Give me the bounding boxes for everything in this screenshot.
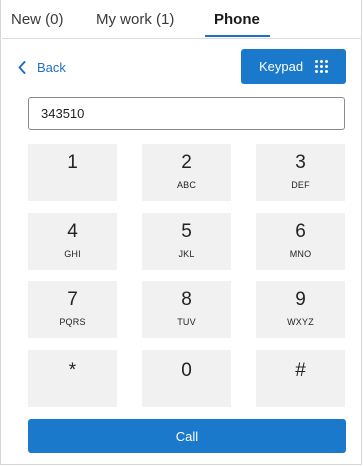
phone-number-input[interactable] <box>28 97 345 130</box>
call-button[interactable]: Call <box>28 419 346 453</box>
key-letters: MNO <box>289 249 312 259</box>
chevron-left-icon <box>18 60 26 74</box>
tab-new[interactable]: New (0) <box>11 11 64 37</box>
key-2[interactable]: 2 ABC <box>142 144 231 201</box>
tab-my-work[interactable]: My work (1) <box>96 11 174 37</box>
key-0[interactable]: 0 <box>142 350 231 407</box>
key-digit: 5 <box>181 221 192 242</box>
key-1[interactable]: 1 <box>28 144 117 201</box>
tab-phone[interactable]: Phone <box>214 11 260 37</box>
tab-bar: New (0) My work (1) Phone <box>2 0 362 39</box>
key-letters: DEF <box>291 180 310 190</box>
key-letters: TUV <box>177 317 196 327</box>
keypad-label: Keypad <box>258 59 304 74</box>
key-digit: 0 <box>181 360 192 381</box>
back-label: Back <box>37 59 66 75</box>
key-8[interactable]: 8 TUV <box>142 281 231 338</box>
key-letters: JKL <box>178 249 195 259</box>
key-digit: 8 <box>181 289 192 310</box>
key-4[interactable]: 4 GHI <box>28 213 117 270</box>
key-9[interactable]: 9 WXYZ <box>256 281 345 338</box>
key-letters: ABC <box>176 180 197 190</box>
key-hash[interactable]: # <box>256 350 345 407</box>
key-digit: # <box>295 360 306 381</box>
key-digit: 1 <box>67 152 78 173</box>
key-digit: * <box>68 360 77 381</box>
key-digit: 9 <box>295 289 306 310</box>
key-digit: 7 <box>67 289 78 310</box>
key-star[interactable]: * <box>28 350 117 407</box>
key-letters: PQRS <box>59 317 86 327</box>
key-digit: 6 <box>295 221 306 242</box>
key-3[interactable]: 3 DEF <box>256 144 345 201</box>
phone-panel: New (0) My work (1) Phone Back Keypad 1 … <box>0 0 362 465</box>
key-5[interactable]: 5 JKL <box>142 213 231 270</box>
key-digit: 4 <box>67 221 78 242</box>
key-digit: 3 <box>295 152 306 173</box>
keypad-button[interactable]: Keypad <box>241 49 346 84</box>
back-link[interactable]: Back <box>18 58 66 76</box>
key-7[interactable]: 7 PQRS <box>28 281 117 338</box>
key-digit: 2 <box>181 152 192 173</box>
call-label: Call <box>175 428 199 444</box>
key-letters: WXYZ <box>287 317 314 327</box>
key-6[interactable]: 6 MNO <box>256 213 345 270</box>
key-letters: GHI <box>64 249 81 259</box>
active-tab-indicator <box>205 35 270 37</box>
dialpad-icon <box>315 60 329 73</box>
